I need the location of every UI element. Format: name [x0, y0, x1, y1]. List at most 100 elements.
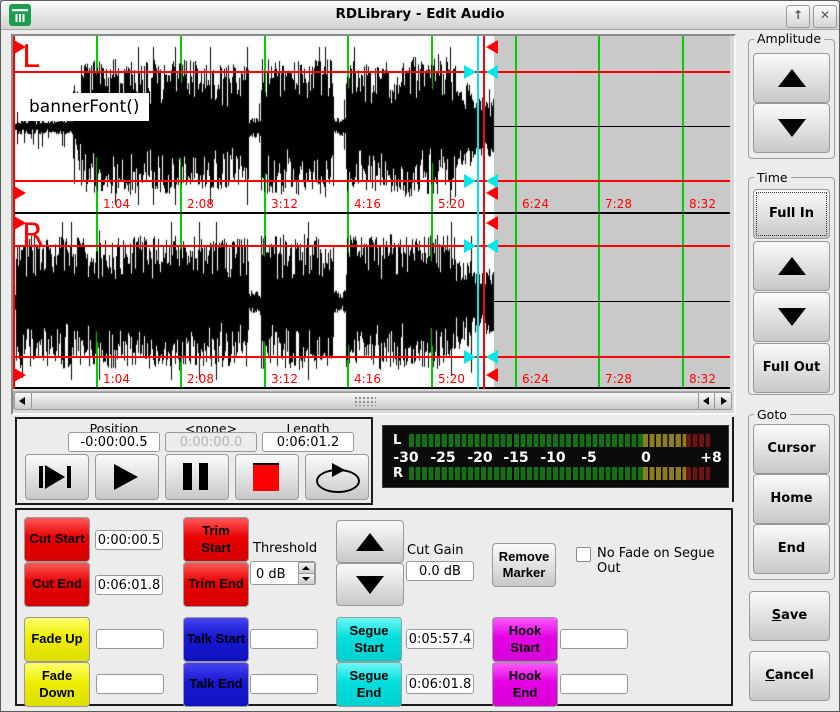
cut-start-marker-icon[interactable]	[14, 216, 26, 230]
time-group-title: Time	[754, 170, 791, 185]
talk-end-field[interactable]	[250, 674, 318, 694]
talk-start-field[interactable]	[250, 629, 318, 649]
hook-start-field[interactable]	[560, 629, 628, 649]
segue-start-line[interactable]	[477, 36, 479, 389]
talk-start-button[interactable]: Talk Start	[183, 617, 249, 662]
meter-scale-tick: -15	[503, 450, 528, 466]
fade-up-button[interactable]: Fade Up	[24, 617, 90, 662]
hook-end-button[interactable]: Hook End	[492, 662, 558, 707]
remove-marker-button[interactable]: Remove Marker	[492, 543, 556, 587]
marker-panel: Cut Start Cut End Trim Start Trim End Th…	[15, 508, 733, 706]
pause-button[interactable]	[165, 454, 229, 500]
save-button[interactable]: Save	[749, 591, 830, 641]
close-window-icon[interactable]: ✕	[813, 5, 837, 28]
gain-down-button[interactable]	[336, 563, 404, 606]
cut-end-field[interactable]	[95, 575, 163, 595]
goto-end-button[interactable]: End	[753, 524, 830, 574]
trim-end-button[interactable]: Trim End	[183, 562, 249, 607]
axis-line	[13, 212, 730, 214]
time-full-out-button[interactable]: Full Out	[753, 343, 830, 393]
time-tick: 5:20	[438, 197, 465, 211]
goto-cursor-button[interactable]: Cursor	[753, 424, 830, 474]
length-field[interactable]	[262, 432, 354, 452]
hook-end-field[interactable]	[560, 674, 628, 694]
down-arrow-icon	[778, 119, 806, 137]
fade-up-field[interactable]	[96, 629, 164, 649]
segue-start-marker-icon[interactable]	[464, 174, 476, 188]
play-button[interactable]	[95, 454, 159, 500]
time-tick: 8:32	[689, 372, 716, 386]
segue-end-marker-icon[interactable]	[486, 65, 498, 79]
spin-down-icon[interactable]	[298, 573, 315, 585]
trim-start-button[interactable]: Trim Start	[183, 517, 249, 562]
time-tick: 2:08	[187, 197, 214, 211]
segue-start-button[interactable]: Segue Start	[336, 617, 402, 662]
scrollbar-thumb[interactable]	[31, 392, 699, 410]
hook-start-button[interactable]: Hook Start	[492, 617, 558, 662]
cut-start-field[interactable]	[95, 530, 163, 550]
down-arrow-icon	[778, 308, 806, 326]
cut-end-marker-icon[interactable]	[486, 368, 498, 382]
scroll-left-button[interactable]	[14, 392, 32, 410]
shade-window-icon[interactable]: ↑	[786, 5, 810, 28]
no-fade-checkbox[interactable]	[576, 547, 591, 562]
gain-up-button[interactable]	[336, 520, 404, 563]
cut-start-marker-icon[interactable]	[14, 40, 26, 54]
segue-end-marker-icon[interactable]	[486, 174, 498, 188]
transport-panel: Position <none> Length	[15, 417, 373, 505]
fade-down-field[interactable]	[96, 674, 164, 694]
cut-end-marker-icon[interactable]	[486, 40, 498, 54]
up-arrow-icon	[778, 257, 806, 275]
cut-start-line[interactable]	[13, 36, 15, 389]
segue-end-button[interactable]: Segue End	[336, 662, 402, 707]
segue-start-marker-icon[interactable]	[464, 65, 476, 79]
time-tick: 5:20	[438, 372, 465, 386]
loop-button[interactable]	[305, 454, 369, 500]
talk-end-button[interactable]: Talk End	[183, 662, 249, 707]
waveform-frame: L R 1:04 2:08 3:12 4:16 5:20 6:24 7:28 8…	[11, 34, 736, 415]
goto-home-button[interactable]: Home	[753, 474, 830, 524]
banner-font-overlay: bannerFont()	[19, 93, 149, 121]
gain-line	[13, 245, 730, 247]
time-zoom-out-button[interactable]	[753, 292, 830, 342]
stop-button[interactable]	[235, 454, 299, 500]
meter-scale-tick: -25	[430, 450, 455, 466]
gain-line	[13, 71, 730, 73]
segue-end-marker-icon[interactable]	[486, 239, 498, 253]
segue-end-marker-icon[interactable]	[486, 350, 498, 364]
cut-end-marker-icon[interactable]	[486, 216, 498, 230]
segue-start-marker-icon[interactable]	[464, 350, 476, 364]
title-bar[interactable]: RDLibrary - Edit Audio ↑ ✕	[1, 1, 839, 30]
time-tick: 3:12	[271, 197, 298, 211]
threshold-value[interactable]	[251, 562, 304, 586]
segue-end-field[interactable]	[406, 674, 474, 694]
segue-start-field[interactable]	[406, 629, 474, 649]
goto-group-title: Goto	[754, 407, 790, 422]
cancel-button[interactable]: Cancel	[749, 651, 830, 701]
fade-down-button[interactable]: Fade Down	[24, 662, 90, 707]
segue-start-marker-icon[interactable]	[464, 239, 476, 253]
zero-line-left	[13, 126, 730, 127]
amplitude-down-button[interactable]	[753, 103, 830, 153]
cut-end-button[interactable]: Cut End	[24, 562, 90, 607]
meter-bar-right	[409, 467, 710, 480]
zero-line-right	[13, 301, 730, 302]
play-from-start-button[interactable]	[25, 454, 89, 500]
time-tick: 6:24	[522, 372, 549, 386]
gain-line	[13, 356, 730, 358]
scroll-right-button[interactable]	[714, 392, 732, 410]
time-full-in-button[interactable]: Full In	[753, 189, 830, 239]
meter-scale-tick: -10	[540, 450, 565, 466]
cut-end-line[interactable]	[483, 36, 485, 389]
cut-gain-field[interactable]	[406, 561, 474, 581]
cut-start-button[interactable]: Cut Start	[24, 517, 90, 562]
cut-end-marker-icon[interactable]	[486, 186, 498, 200]
amplitude-up-button[interactable]	[753, 53, 830, 103]
cut-start-marker-icon[interactable]	[14, 368, 26, 382]
position-field[interactable]	[68, 432, 160, 452]
waveform-display[interactable]: L R 1:04 2:08 3:12 4:16 5:20 6:24 7:28 8…	[13, 36, 730, 389]
horizontal-scrollbar[interactable]	[13, 391, 730, 409]
cut-start-marker-icon[interactable]	[14, 186, 26, 200]
time-zoom-in-button[interactable]	[753, 241, 830, 291]
threshold-spinbox[interactable]	[250, 561, 316, 585]
